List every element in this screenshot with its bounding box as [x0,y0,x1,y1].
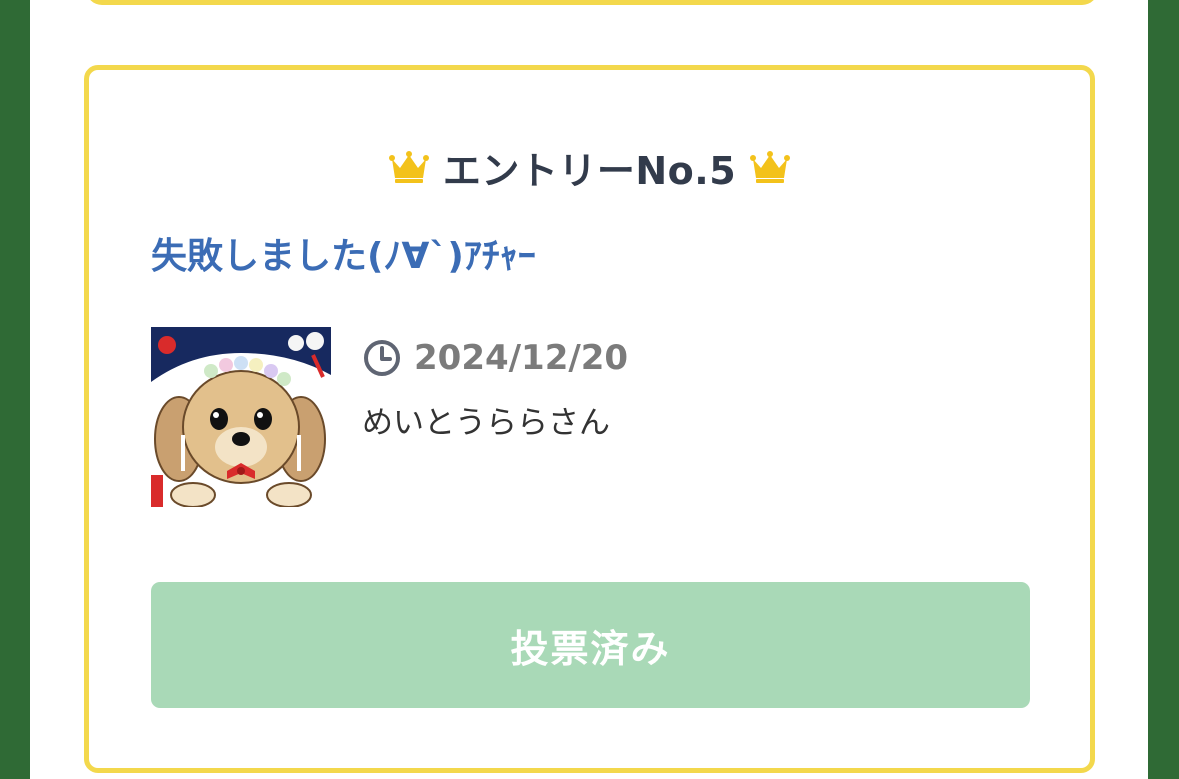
author-name: めいとうららさん [362,405,610,441]
entry-card: エントリーNo.5 失敗しました(ﾉ∀`)ｱﾁｬｰ 2024/12/20 めいと… [84,65,1095,773]
entry-heading: エントリーNo.5 [89,142,1090,193]
clock-icon [364,340,400,376]
previous-entry-card [86,0,1098,5]
crown-icon [388,151,429,183]
page-content: エントリーNo.5 失敗しました(ﾉ∀`)ｱﾁｬｰ 2024/12/20 めいと… [30,0,1148,779]
entry-title[interactable]: 失敗しました(ﾉ∀`)ｱﾁｬｰ [151,227,536,279]
voted-button[interactable]: 投票済み [151,582,1030,708]
date-row: 2024/12/20 [362,333,628,383]
dog-avatar-image [151,327,331,507]
entry-number: エントリーNo.5 [442,148,737,193]
entry-date: 2024/12/20 [414,338,629,378]
entry-meta: 2024/12/20 めいとうららさん [362,333,628,442]
crown-icon [750,151,791,183]
